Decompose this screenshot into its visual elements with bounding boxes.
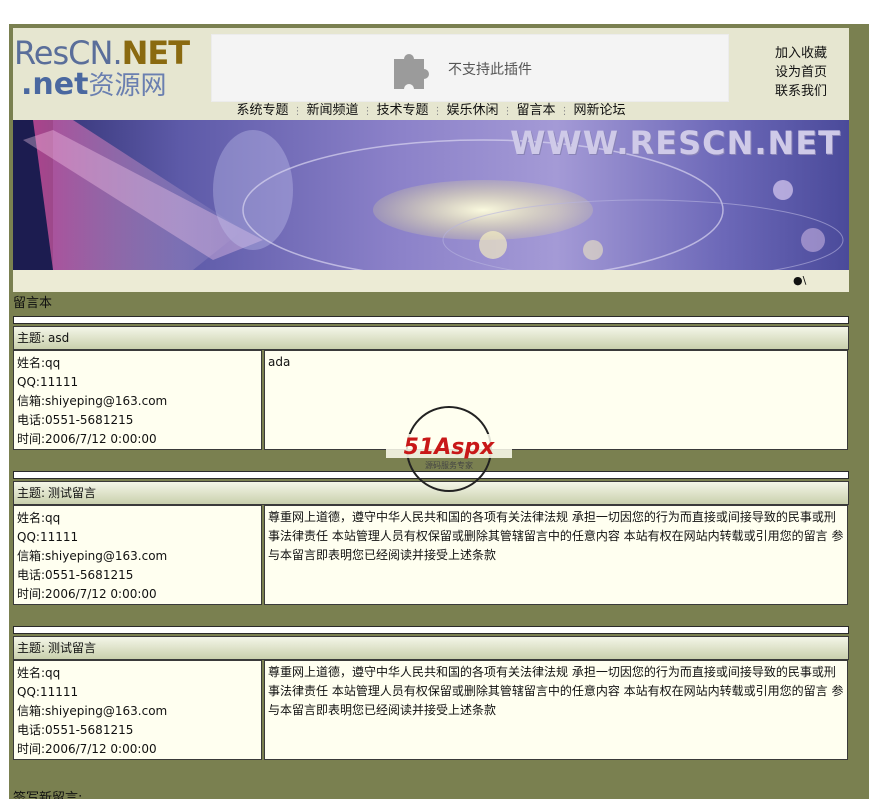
author-name-row: 姓名:qq: [17, 511, 61, 525]
subject-label: 主题:: [17, 486, 46, 500]
author-email: shiyeping@163.com: [45, 549, 168, 563]
site-header: ResCN.NET .net资源网 不支持此插件 加入收藏 设为首页 联系我们 …: [13, 28, 849, 292]
message-subject-bar: 主题: 测试留言: [13, 636, 849, 660]
author-qq: 11111: [39, 685, 79, 699]
message-subject: 测试留言: [48, 641, 97, 655]
nav-item-system[interactable]: 系统专题: [236, 103, 288, 118]
sign-new-message-title: 签写新留言:: [13, 791, 83, 799]
message-content: ada: [264, 350, 848, 450]
post-time: 2006/7/12 0:00:00: [45, 432, 157, 446]
author-name-row: 姓名:qq: [17, 356, 61, 370]
puzzle-piece-icon: [394, 53, 429, 89]
logo-cn-text: 资源网: [88, 71, 167, 101]
banner-footer-mark: ●\: [793, 274, 807, 287]
message-author-info: 姓名:qq QQ:11111 信箱:shiyeping@163.com 电话:0…: [13, 350, 262, 450]
contact-us-link[interactable]: 联系我们: [761, 82, 841, 101]
logo-line-2: .net资源网: [21, 68, 166, 103]
author-phone: 0551-5681215: [45, 413, 134, 427]
banner-url-text: WWW.RESCN.NET: [510, 124, 841, 162]
author-phone: 0551-5681215: [45, 568, 134, 582]
message-author-info: 姓名:qq QQ:11111 信箱:shiyeping@163.com 电话:0…: [13, 660, 262, 760]
nav-separator: ⋮: [292, 106, 303, 117]
author-qq-row: QQ:11111: [17, 685, 79, 699]
nav-separator: ⋮: [502, 106, 513, 117]
author-qq: 11111: [39, 530, 79, 544]
author-name: qq: [45, 356, 61, 370]
author-qq-row: QQ:11111: [17, 530, 79, 544]
post-time-row: 时间:2006/7/12 0:00:00: [17, 432, 157, 446]
author-email-row: 信箱:shiyeping@163.com: [17, 704, 168, 718]
watermark-brand: 51Aspx: [404, 435, 495, 460]
author-email-row: 信箱:shiyeping@163.com: [17, 549, 168, 563]
banner-footer: ●\: [13, 270, 849, 292]
nav-separator: ⋮: [559, 106, 570, 117]
plugin-message: 不支持此插件: [448, 62, 532, 78]
author-phone-row: 电话:0551-5681215: [17, 568, 134, 582]
subject-label: 主题:: [17, 641, 46, 655]
author-name: qq: [45, 511, 61, 525]
nav-separator: ⋮: [362, 106, 373, 117]
nav-separator: ⋮: [432, 106, 443, 117]
page-title: 留言本: [13, 296, 53, 311]
header-banner: WWW.RESCN.NET: [13, 120, 849, 270]
author-name-row: 姓名:qq: [17, 666, 61, 680]
message-author-info: 姓名:qq QQ:11111 信箱:shiyeping@163.com 电话:0…: [13, 505, 262, 605]
post-time-row: 时间:2006/7/12 0:00:00: [17, 587, 157, 601]
nav-item-entertainment[interactable]: 娱乐休闲: [447, 103, 499, 118]
main-nav: 系统专题 ⋮ 新闻频道 ⋮ 技术专题 ⋮ 娱乐休闲 ⋮ 留言本 ⋮ 网新论坛: [13, 102, 849, 121]
author-email: shiyeping@163.com: [45, 394, 168, 408]
set-homepage-link[interactable]: 设为首页: [761, 63, 841, 82]
message-top-rule: [13, 626, 849, 634]
message-content: 尊重网上道德，遵守中华人民共和国的各项有关法律法规 承担一切因您的行为而直接或间…: [264, 660, 848, 760]
author-phone-row: 电话:0551-5681215: [17, 413, 134, 427]
watermark-tagline: 源码服务专家: [425, 460, 473, 470]
author-phone: 0551-5681215: [45, 723, 134, 737]
message-top-rule: [13, 316, 849, 324]
nav-item-forum[interactable]: 网新论坛: [574, 103, 626, 118]
plugin-placeholder[interactable]: 不支持此插件: [211, 34, 729, 102]
nav-item-news[interactable]: 新闻频道: [306, 103, 358, 118]
watermark-logo: 51Aspx 源码服务专家: [386, 406, 512, 492]
message-content: 尊重网上道德，遵守中华人民共和国的各项有关法律法规 承担一切因您的行为而直接或间…: [264, 505, 848, 605]
nav-item-guestbook[interactable]: 留言本: [517, 103, 556, 118]
nav-item-tech[interactable]: 技术专题: [376, 103, 428, 118]
logo-net-text: NET: [121, 34, 190, 72]
post-time-row: 时间:2006/7/12 0:00:00: [17, 742, 157, 756]
message-subject: 测试留言: [48, 486, 97, 500]
author-email: shiyeping@163.com: [45, 704, 168, 718]
author-qq-row: QQ:11111: [17, 375, 79, 389]
page-right-edge: [853, 24, 869, 799]
author-email-row: 信箱:shiyeping@163.com: [17, 394, 168, 408]
site-logo[interactable]: ResCN.NET .net资源网: [13, 34, 213, 103]
subject-label: 主题:: [17, 331, 46, 345]
author-qq: 11111: [39, 375, 79, 389]
add-favorite-link[interactable]: 加入收藏: [761, 44, 841, 63]
author-name: qq: [45, 666, 61, 680]
author-phone-row: 电话:0551-5681215: [17, 723, 134, 737]
message-subject: asd: [48, 331, 70, 345]
logo-dotnet-text: .net: [21, 67, 89, 102]
message-subject-bar: 主题: asd: [13, 326, 849, 350]
quick-links: 加入收藏 设为首页 联系我们: [761, 44, 841, 101]
post-time: 2006/7/12 0:00:00: [45, 742, 157, 756]
post-time: 2006/7/12 0:00:00: [45, 587, 157, 601]
